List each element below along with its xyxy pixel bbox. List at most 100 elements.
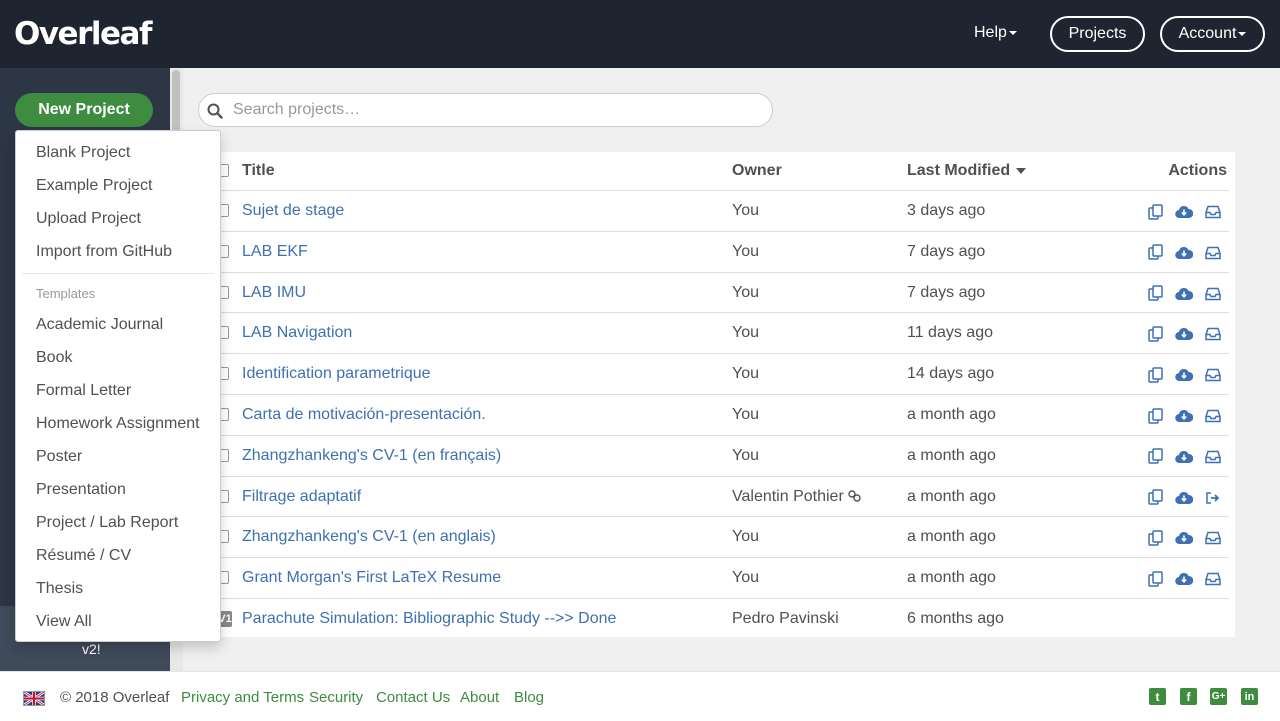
table-row[interactable]: Zhangzhankeng's CV-1 (en français) You a m…	[198, 434, 1229, 476]
table-row[interactable]: LAB EKF You 7 days ago	[198, 230, 1229, 272]
project-title-link[interactable]: Sujet de stage	[242, 202, 344, 220]
download-icon[interactable]	[1174, 528, 1194, 548]
footer-link-blog[interactable]: Blog	[514, 689, 544, 706]
table-row[interactable]: Identification parametrique You 14 days ag…	[198, 353, 1229, 394]
help-menu[interactable]: Help	[974, 24, 1017, 42]
new-project-dropdown: Blank Project Example Project Upload Pro…	[15, 130, 221, 642]
project-owner-name: Valentin Pothier	[732, 487, 844, 505]
twitter-icon[interactable]: t	[1149, 688, 1166, 705]
table-row[interactable]: Carta de motivación-presentación. You a mo…	[198, 394, 1229, 435]
menu-item-import-github[interactable]: Import from GitHub	[36, 243, 172, 261]
project-title-link[interactable]: Parachute Simulation: Bibliographic Stud…	[242, 610, 616, 628]
copy-icon[interactable]	[1146, 488, 1166, 508]
template-project-lab-report[interactable]: Project / Lab Report	[36, 514, 178, 532]
template-view-all[interactable]: View All	[36, 613, 92, 631]
project-title-link[interactable]: Zhangzhankeng's CV-1 (en français)	[242, 447, 501, 465]
facebook-icon[interactable]: f	[1180, 688, 1197, 705]
google-plus-icon[interactable]: G+	[1210, 688, 1227, 705]
archive-icon[interactable]	[1203, 324, 1223, 344]
table-row[interactable]: Filtrage adaptatif Valentin Pothier a mont…	[198, 475, 1229, 517]
menu-item-upload-project[interactable]: Upload Project	[36, 210, 141, 228]
template-resume-cv[interactable]: Résumé / CV	[36, 547, 131, 565]
download-icon[interactable]	[1174, 488, 1194, 508]
column-header-last-modified[interactable]: Last Modified	[907, 162, 1027, 180]
templates-header: Templates	[36, 286, 96, 301]
template-book[interactable]: Book	[36, 349, 72, 367]
template-presentation[interactable]: Presentation	[36, 481, 126, 499]
new-project-button[interactable]: New Project	[15, 93, 153, 127]
download-icon[interactable]	[1174, 202, 1194, 222]
project-owner: Pedro Pavinski	[732, 610, 839, 628]
footer: © 2018 Overleaf Privacy and Terms Securi…	[0, 671, 1280, 721]
column-header-owner[interactable]: Owner	[732, 162, 782, 180]
copy-icon[interactable]	[1146, 365, 1166, 385]
template-academic-journal[interactable]: Academic Journal	[36, 316, 163, 334]
archive-icon[interactable]	[1203, 528, 1223, 548]
archive-icon[interactable]	[1203, 365, 1223, 385]
menu-item-example-project[interactable]: Example Project	[36, 177, 153, 195]
archive-icon[interactable]	[1203, 447, 1223, 467]
project-title-link[interactable]: LAB IMU	[242, 284, 306, 302]
download-icon[interactable]	[1174, 284, 1194, 304]
table-row[interactable]: Sujet de stage You 3 days ago	[198, 190, 1229, 231]
copy-icon[interactable]	[1146, 569, 1166, 589]
table-row[interactable]: Zhangzhankeng's CV-1 (en anglais) You a mo…	[198, 516, 1229, 557]
project-owner-name: You	[732, 242, 759, 260]
download-icon[interactable]	[1174, 569, 1194, 589]
overleaf-logo[interactable]: Overleaf	[14, 14, 152, 54]
copy-icon[interactable]	[1146, 324, 1166, 344]
top-navbar: Overleaf Help Projects Account	[0, 0, 1280, 68]
footer-link-privacy[interactable]: Privacy and Terms	[181, 689, 304, 706]
projects-button[interactable]: Projects	[1050, 16, 1145, 52]
account-menu-button[interactable]: Account	[1160, 16, 1265, 52]
table-row[interactable]: LAB Navigation You 11 days ago	[198, 312, 1229, 353]
footer-link-contact[interactable]: Contact Us	[376, 689, 450, 706]
copy-icon[interactable]	[1146, 202, 1166, 222]
project-owner: You	[732, 528, 759, 546]
copy-icon[interactable]	[1146, 528, 1166, 548]
table-row[interactable]: V1 Parachute Simulation: Bibliographic St…	[198, 598, 1229, 639]
copy-icon[interactable]	[1146, 243, 1166, 263]
project-last-modified: a month ago	[907, 446, 996, 464]
copy-icon[interactable]	[1146, 447, 1166, 467]
archive-icon[interactable]	[1203, 284, 1223, 304]
table-row[interactable]: Grant Morgan's First LaTeX Resume You a mo…	[198, 557, 1229, 598]
search-box	[198, 93, 773, 127]
template-thesis[interactable]: Thesis	[36, 580, 83, 598]
project-title-link[interactable]: Zhangzhankeng's CV-1 (en anglais)	[242, 528, 496, 546]
project-title-link[interactable]: LAB EKF	[242, 243, 308, 261]
template-poster[interactable]: Poster	[36, 448, 82, 466]
download-icon[interactable]	[1174, 324, 1194, 344]
download-icon[interactable]	[1174, 406, 1194, 426]
linkedin-icon[interactable]: in	[1241, 688, 1258, 705]
row-actions	[1146, 528, 1226, 548]
footer-link-about[interactable]: About	[460, 689, 499, 706]
project-owner: You	[732, 202, 759, 220]
project-last-modified: 6 months ago	[907, 610, 1004, 627]
project-title-link[interactable]: Identification parametrique	[242, 365, 431, 383]
project-title-link[interactable]: Filtrage adaptatif	[242, 488, 361, 506]
row-actions	[1146, 243, 1226, 263]
table-row[interactable]: LAB IMU You 7 days ago	[198, 271, 1229, 313]
leave-icon[interactable]	[1203, 488, 1223, 508]
archive-icon[interactable]	[1203, 243, 1223, 263]
download-icon[interactable]	[1174, 365, 1194, 385]
download-icon[interactable]	[1174, 243, 1194, 263]
project-title-link[interactable]: Grant Morgan's First LaTeX Resume	[242, 569, 501, 587]
copy-icon[interactable]	[1146, 406, 1166, 426]
copy-icon[interactable]	[1146, 284, 1166, 304]
project-title-link[interactable]: Carta de motivación-presentación.	[242, 406, 486, 424]
download-icon[interactable]	[1174, 447, 1194, 467]
footer-link-security[interactable]: Security	[309, 689, 363, 706]
project-owner-name: You	[732, 446, 759, 464]
template-formal-letter[interactable]: Formal Letter	[36, 382, 131, 400]
archive-icon[interactable]	[1203, 406, 1223, 426]
menu-item-blank-project[interactable]: Blank Project	[36, 144, 130, 162]
project-title-link[interactable]: LAB Navigation	[242, 324, 352, 342]
column-header-title[interactable]: Title	[242, 162, 275, 180]
template-homework-assignment[interactable]: Homework Assignment	[36, 415, 200, 433]
search-input[interactable]	[233, 99, 753, 121]
uk-flag-icon[interactable]	[23, 691, 45, 706]
archive-icon[interactable]	[1203, 569, 1223, 589]
archive-icon[interactable]	[1203, 202, 1223, 222]
